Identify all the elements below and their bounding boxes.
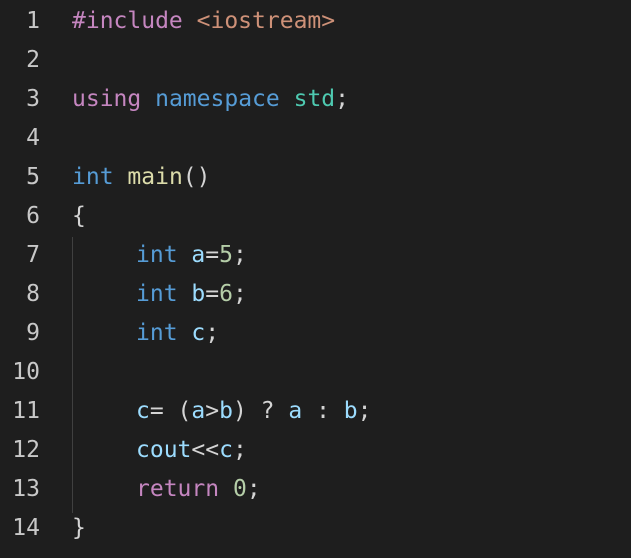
code-token: 0	[232, 476, 247, 502]
code-token: namespace	[155, 86, 280, 112]
code-token: ;	[335, 86, 349, 112]
code-token: ;	[357, 398, 372, 424]
code-token: =	[205, 281, 220, 307]
line-number: 4	[26, 125, 40, 151]
line-number: 2	[26, 47, 40, 73]
code-token: c	[191, 320, 206, 346]
code-line[interactable]: 12 cout<<c;	[0, 431, 631, 470]
line-number: 11	[12, 398, 40, 424]
code-token: using	[72, 86, 142, 112]
code-token: main	[127, 164, 183, 190]
code-token: c	[136, 398, 150, 424]
line-number: 12	[12, 437, 40, 463]
code-line[interactable]: 7 int a=5;	[0, 236, 631, 275]
line-number: 7	[26, 242, 40, 268]
code-line[interactable]: 9 int c;	[0, 314, 631, 353]
line-number: 3	[26, 86, 40, 112]
code-line[interactable]: 3 using namespace std;	[0, 80, 631, 119]
code-token: int	[136, 281, 178, 307]
code-line[interactable]: 10	[0, 353, 631, 392]
code-line[interactable]: 2	[0, 41, 631, 80]
code-token: ;	[205, 320, 220, 346]
code-token: 5	[219, 242, 233, 268]
code-token: #include	[72, 8, 183, 34]
code-token: return	[136, 476, 220, 502]
code-line[interactable]: 14}	[0, 509, 631, 548]
code-token: }	[72, 515, 86, 541]
line-code: {	[72, 197, 86, 236]
line-code: int c;	[72, 314, 219, 353]
code-token: 6	[219, 281, 233, 307]
code-token: = (	[149, 398, 192, 424]
code-token: ()	[182, 164, 211, 190]
code-line[interactable]: 4	[0, 119, 631, 158]
code-token: <<	[191, 437, 220, 463]
line-number: 10	[12, 359, 40, 385]
code-line[interactable]: 8 int b=6;	[0, 275, 631, 314]
code-token: int	[136, 242, 178, 268]
code-token: std	[293, 86, 336, 112]
code-line[interactable]: 1 #include <iostream>	[0, 2, 631, 41]
code-token: b	[219, 398, 233, 424]
code-line[interactable]: 6{	[0, 197, 631, 236]
code-token: <iostream>	[196, 8, 336, 34]
code-token: ;	[232, 281, 247, 307]
line-code: #include <iostream>	[72, 2, 335, 41]
code-token: int	[72, 164, 114, 190]
line-code: int a=5;	[72, 236, 247, 275]
code-token: ;	[232, 242, 247, 268]
code-line[interactable]: 13 return 0;	[0, 470, 631, 509]
code-token: =	[205, 242, 220, 268]
code-token: ;	[246, 476, 261, 502]
code-token: b	[343, 398, 358, 424]
code-token: cout	[136, 437, 192, 463]
line-code: return 0;	[72, 470, 261, 509]
line-code: }	[72, 509, 86, 548]
code-token: ) ?	[232, 398, 289, 424]
code-token: a	[191, 398, 206, 424]
line-code: c= (a>b) ? a : b;	[72, 392, 372, 431]
code-token: :	[302, 398, 344, 424]
code-token: >	[205, 398, 220, 424]
code-token: c	[219, 437, 233, 463]
line-number: 6	[26, 203, 40, 229]
code-line[interactable]: 11 c= (a>b) ? a : b;	[0, 392, 631, 431]
line-code: int b=6;	[72, 275, 247, 314]
line-code: int main()	[72, 158, 211, 197]
line-number: 1	[26, 8, 40, 34]
code-token: {	[72, 203, 86, 229]
line-number: 9	[26, 320, 40, 346]
code-token: a	[288, 398, 303, 424]
line-code: cout<<c;	[72, 431, 247, 470]
code-token: ;	[232, 437, 247, 463]
code-editor[interactable]: 1 #include <iostream> 2 3 using namespace st…	[0, 0, 631, 558]
code-token: int	[136, 320, 178, 346]
line-code: using namespace std;	[72, 80, 349, 119]
line-number: 14	[12, 515, 40, 541]
code-line[interactable]: 5 int main()	[0, 158, 631, 197]
line-number: 13	[12, 476, 40, 502]
code-token: a	[191, 242, 206, 268]
line-number: 5	[26, 164, 40, 190]
line-number: 8	[26, 281, 40, 307]
code-token: b	[191, 281, 206, 307]
